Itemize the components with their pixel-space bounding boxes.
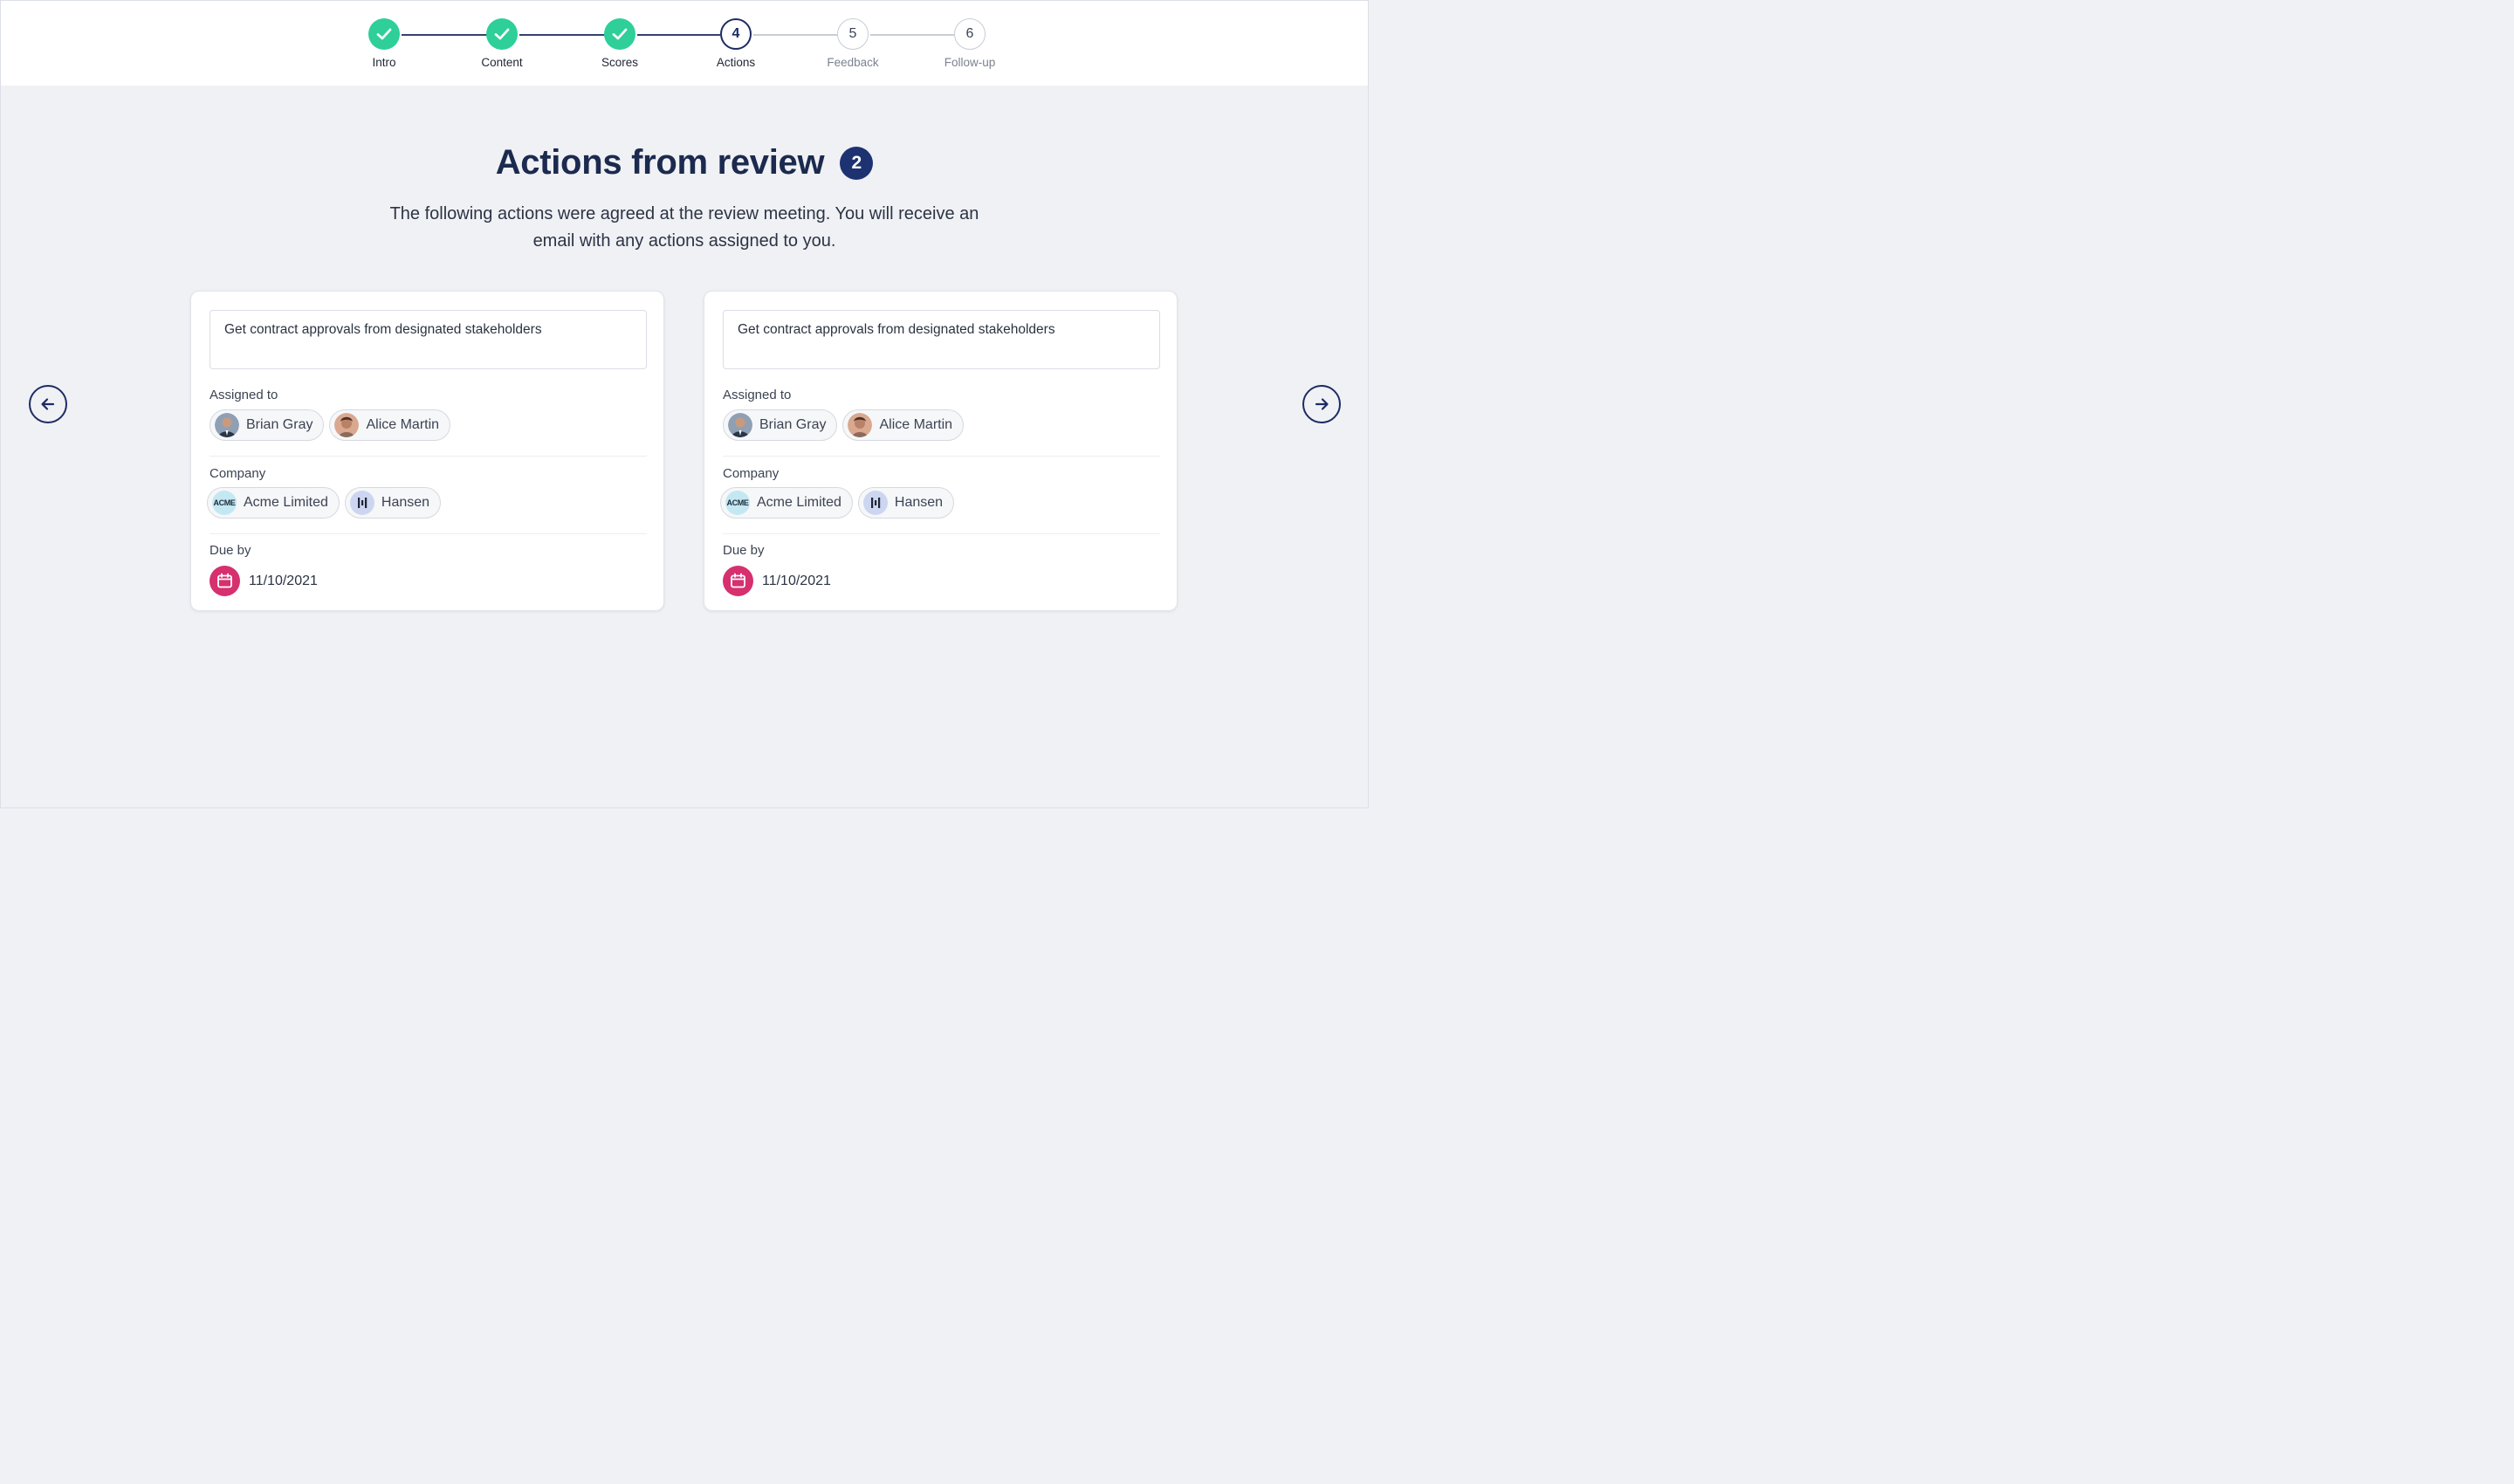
step-feedback[interactable]: 5 Feedback	[800, 18, 905, 69]
step-label: Intro	[372, 56, 396, 69]
avatar	[728, 413, 752, 437]
page-header: Actions from review 2	[0, 143, 1369, 182]
acme-logo: ACME	[212, 491, 237, 515]
due-date: 11/10/2021	[762, 573, 831, 588]
company-chip[interactable]: ACME Acme Limited	[720, 487, 853, 519]
divider	[210, 533, 647, 534]
previous-button[interactable]	[29, 385, 67, 423]
step-number: 6	[954, 18, 986, 50]
assignee-chip[interactable]: Brian Gray	[210, 409, 325, 441]
page-title: Actions from review	[495, 143, 825, 182]
action-card: Get contract approvals from designated s…	[190, 291, 664, 611]
bars-icon	[870, 498, 881, 508]
assignee-name: Alice Martin	[879, 417, 953, 432]
check-icon	[612, 28, 628, 40]
assignee-list: Brian Gray Alice Martin	[723, 409, 965, 441]
step-label: Content	[481, 56, 523, 69]
assignee-list: Brian Gray Alice Martin	[210, 409, 451, 441]
action-description[interactable]: Get contract approvals from designated s…	[210, 310, 647, 369]
divider	[210, 456, 647, 457]
due-by-label: Due by	[723, 543, 765, 558]
due-date-field[interactable]: 11/10/2021	[723, 566, 831, 596]
due-by-label: Due by	[210, 543, 251, 558]
assignee-name: Alice Martin	[366, 417, 440, 432]
step-number: 5	[837, 18, 869, 50]
calendar-icon	[723, 566, 753, 596]
step-label: Actions	[716, 56, 756, 69]
avatar	[848, 413, 873, 437]
hansen-logo	[862, 491, 888, 515]
assignee-chip[interactable]: Alice Martin	[842, 409, 965, 441]
divider	[723, 533, 1160, 534]
assignee-chip[interactable]: Alice Martin	[329, 409, 451, 441]
avatar	[215, 413, 239, 437]
company-chip[interactable]: ACME Acme Limited	[207, 487, 340, 519]
avatar	[334, 413, 360, 437]
hansen-logo	[349, 491, 374, 515]
company-list: ACME Acme Limited Hansen	[207, 487, 442, 519]
due-date: 11/10/2021	[249, 573, 318, 588]
bars-icon	[357, 498, 367, 508]
calendar-icon	[210, 566, 240, 596]
step-content[interactable]: Content	[450, 18, 554, 69]
count-badge: 2	[840, 146, 874, 180]
company-name: Hansen	[381, 495, 430, 510]
check-icon	[376, 28, 392, 40]
page-subtitle: The following actions were agreed at the…	[389, 204, 979, 251]
step-complete-check	[486, 18, 518, 50]
arrow-left-icon	[41, 398, 55, 410]
assignee-name: Brian Gray	[246, 417, 313, 432]
company-list: ACME Acme Limited Hansen	[720, 487, 955, 519]
step-label: Scores	[601, 56, 639, 69]
company-name: Acme Limited	[244, 495, 328, 510]
assigned-to-label: Assigned to	[723, 388, 792, 402]
due-date-field[interactable]: 11/10/2021	[210, 566, 318, 596]
step-label: Follow-up	[944, 56, 996, 69]
step-number: 4	[720, 18, 752, 50]
step-complete-check	[604, 18, 635, 50]
company-name: Hansen	[894, 495, 944, 510]
divider	[723, 456, 1160, 457]
company-name: Acme Limited	[757, 495, 841, 510]
acme-logo: ACME	[725, 491, 750, 515]
action-card: Get contract approvals from designated s…	[704, 291, 1178, 611]
next-button[interactable]	[1302, 385, 1341, 423]
step-complete-check	[368, 18, 400, 50]
company-chip[interactable]: Hansen	[344, 487, 442, 519]
step-label: Feedback	[827, 56, 879, 69]
step-follow-up[interactable]: 6 Follow-up	[917, 18, 1022, 69]
step-actions[interactable]: 4 Actions	[683, 18, 788, 69]
company-label: Company	[210, 466, 266, 481]
arrow-right-icon	[1315, 398, 1329, 410]
step-scores[interactable]: Scores	[567, 18, 672, 69]
assignee-name: Brian Gray	[759, 417, 827, 432]
check-icon	[494, 28, 510, 40]
company-chip[interactable]: Hansen	[857, 487, 955, 519]
assigned-to-label: Assigned to	[210, 388, 278, 402]
company-label: Company	[723, 466, 780, 481]
step-intro[interactable]: Intro	[332, 18, 436, 69]
action-description[interactable]: Get contract approvals from designated s…	[723, 310, 1160, 369]
progress-stepper: Intro Content Scores 4 Actions 5 Feedbac…	[1, 1, 1368, 86]
assignee-chip[interactable]: Brian Gray	[723, 409, 838, 441]
